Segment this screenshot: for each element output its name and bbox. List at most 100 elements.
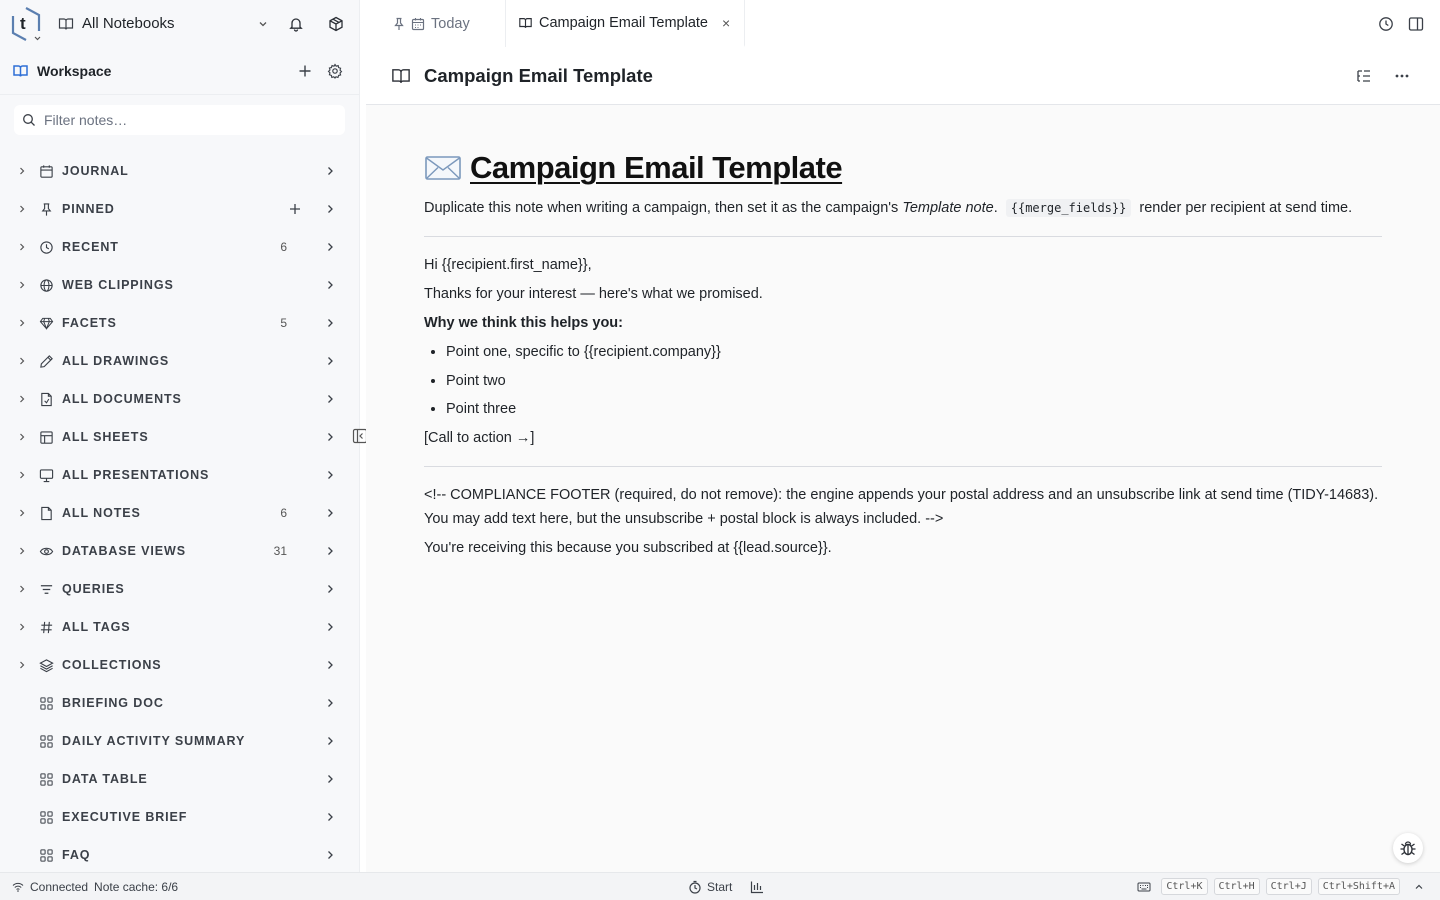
chevron-right-icon[interactable] bbox=[16, 393, 28, 405]
sidebar-item-data-table[interactable]: DATA TABLE bbox=[0, 760, 359, 798]
ellipsis-icon bbox=[1394, 74, 1410, 78]
item-count-badge: 5 bbox=[280, 316, 287, 330]
chevron-right-icon[interactable] bbox=[16, 317, 28, 329]
timer-button[interactable]: Start bbox=[688, 880, 732, 894]
chevron-right-icon[interactable] bbox=[16, 545, 28, 557]
subscription-reason-text: You're receiving this because you subscr… bbox=[424, 540, 832, 556]
eye-icon bbox=[38, 543, 54, 559]
status-bar: Connected Note cache: 6/6 Start Ctrl+K C… bbox=[0, 872, 1440, 900]
sidebar-item-all-presentations[interactable]: ALL PRESENTATIONS bbox=[0, 456, 359, 494]
open-section-arrow[interactable] bbox=[323, 241, 337, 253]
open-section-arrow[interactable] bbox=[323, 431, 337, 443]
open-section-arrow[interactable] bbox=[323, 507, 337, 519]
sidebar-item-all-sheets[interactable]: ALL SHEETS bbox=[0, 418, 359, 456]
chevron-right-icon[interactable] bbox=[16, 165, 28, 177]
open-section-arrow[interactable] bbox=[323, 203, 337, 215]
tab-campaign-email-template[interactable]: Campaign Email Template × bbox=[506, 0, 746, 47]
sidebar-item-label: RECENT bbox=[62, 240, 119, 254]
sidebar-item-faq[interactable]: FAQ bbox=[0, 836, 359, 872]
sidebar-item-database-views[interactable]: DATABASE VIEWS 31 bbox=[0, 532, 359, 570]
pin-icon bbox=[393, 17, 405, 31]
chevron-right-icon[interactable] bbox=[16, 203, 28, 215]
tab-today[interactable]: Today bbox=[361, 0, 506, 47]
open-section-arrow[interactable] bbox=[323, 355, 337, 367]
filter-notes-input[interactable] bbox=[44, 112, 337, 128]
chevron-right-icon[interactable] bbox=[16, 507, 28, 519]
notifications-button[interactable] bbox=[283, 11, 309, 37]
app-logo[interactable]: t bbox=[10, 6, 42, 42]
open-section-arrow[interactable] bbox=[323, 659, 337, 671]
compliance-footer-text: <!-- COMPLIANCE FOOTER (required, do not… bbox=[424, 487, 1379, 527]
sidebar-item-label: WEB CLIPPINGS bbox=[62, 278, 174, 292]
sidebar-item-label: DATABASE VIEWS bbox=[62, 544, 186, 558]
sidebar-item-all-documents[interactable]: ALL DOCUMENTS bbox=[0, 380, 359, 418]
sidebar-item-recent[interactable]: RECENT 6 bbox=[0, 228, 359, 266]
outline-button[interactable] bbox=[1356, 69, 1372, 83]
open-section-arrow[interactable] bbox=[323, 469, 337, 481]
sidebar-item-journal[interactable]: JOURNAL bbox=[0, 152, 359, 190]
sidebar-item-label: BRIEFING DOC bbox=[62, 696, 164, 710]
open-section-arrow[interactable] bbox=[323, 773, 337, 785]
chevron-right-icon[interactable] bbox=[16, 241, 28, 253]
sidebar-item-executive-brief[interactable]: EXECUTIVE BRIEF bbox=[0, 798, 359, 836]
open-section-arrow[interactable] bbox=[323, 621, 337, 633]
chevron-right-icon[interactable] bbox=[16, 583, 28, 595]
open-section-arrow[interactable] bbox=[323, 165, 337, 177]
open-section-arrow[interactable] bbox=[323, 849, 337, 861]
open-section-arrow[interactable] bbox=[323, 697, 337, 709]
workspace-settings-button[interactable] bbox=[323, 59, 347, 83]
plus-icon bbox=[289, 203, 301, 215]
open-section-arrow[interactable] bbox=[323, 279, 337, 291]
chevron-right-icon[interactable] bbox=[16, 469, 28, 481]
sidebar-item-label: JOURNAL bbox=[62, 164, 129, 178]
chevron-right-icon bbox=[324, 773, 336, 785]
chevron-right-icon[interactable] bbox=[16, 659, 28, 671]
open-section-arrow[interactable] bbox=[323, 735, 337, 747]
open-section-arrow[interactable] bbox=[323, 393, 337, 405]
sidebar-item-briefing-doc[interactable]: BRIEFING DOC bbox=[0, 684, 359, 722]
chevron-right-icon bbox=[324, 507, 336, 519]
packages-button[interactable] bbox=[323, 11, 349, 37]
sidebar-item-collections[interactable]: COLLECTIONS bbox=[0, 646, 359, 684]
grid-icon bbox=[38, 809, 54, 825]
close-tab-button[interactable]: × bbox=[722, 15, 730, 31]
sidebar-item-pinned[interactable]: PINNED bbox=[0, 190, 359, 228]
presentation-icon bbox=[38, 467, 54, 483]
open-section-arrow[interactable] bbox=[323, 317, 337, 329]
item-count-badge: 31 bbox=[273, 544, 287, 558]
sidebar-item-all-notes[interactable]: ALL NOTES 6 bbox=[0, 494, 359, 532]
sidebar-item-facets[interactable]: FACETS 5 bbox=[0, 304, 359, 342]
chevron-right-icon[interactable] bbox=[16, 621, 28, 633]
chevron-right-icon[interactable] bbox=[16, 279, 28, 291]
more-options-button[interactable] bbox=[1394, 74, 1410, 78]
add-note-button[interactable] bbox=[293, 59, 317, 83]
expand-status-button[interactable] bbox=[1414, 882, 1424, 892]
globe-icon bbox=[38, 277, 54, 293]
book-icon bbox=[518, 16, 533, 30]
open-section-arrow[interactable] bbox=[323, 811, 337, 823]
toggle-right-panel-button[interactable] bbox=[1408, 16, 1424, 32]
chevron-right-icon[interactable] bbox=[16, 355, 28, 367]
sidebar-item-queries[interactable]: QUERIES bbox=[0, 570, 359, 608]
debug-button[interactable] bbox=[1393, 833, 1423, 863]
book-icon bbox=[58, 16, 74, 32]
open-section-arrow[interactable] bbox=[323, 583, 337, 595]
sidebar-item-all-drawings[interactable]: ALL DRAWINGS bbox=[0, 342, 359, 380]
note-title[interactable]: Campaign Email Template bbox=[470, 150, 843, 186]
notebook-selector[interactable]: All Notebooks bbox=[58, 15, 269, 32]
sidebar-item-all-tags[interactable]: ALL TAGS bbox=[0, 608, 359, 646]
stats-button[interactable] bbox=[750, 880, 764, 894]
add-pinned-button[interactable] bbox=[287, 203, 303, 215]
history-button[interactable] bbox=[1378, 16, 1394, 32]
stopwatch-icon bbox=[688, 880, 702, 894]
divider bbox=[424, 466, 1382, 467]
filter-notes-field[interactable] bbox=[14, 105, 345, 135]
cube-icon bbox=[328, 16, 344, 32]
sidebar-item-daily-activity-summary[interactable]: DAILY ACTIVITY SUMMARY bbox=[0, 722, 359, 760]
open-section-arrow[interactable] bbox=[323, 545, 337, 557]
svg-text:t: t bbox=[20, 14, 26, 33]
sidebar: t All Notebooks Workspace Filter notes… … bbox=[0, 0, 360, 872]
sidebar-item-label: EXECUTIVE BRIEF bbox=[62, 810, 188, 824]
sidebar-item-web-clippings[interactable]: WEB CLIPPINGS bbox=[0, 266, 359, 304]
chevron-right-icon[interactable] bbox=[16, 431, 28, 443]
